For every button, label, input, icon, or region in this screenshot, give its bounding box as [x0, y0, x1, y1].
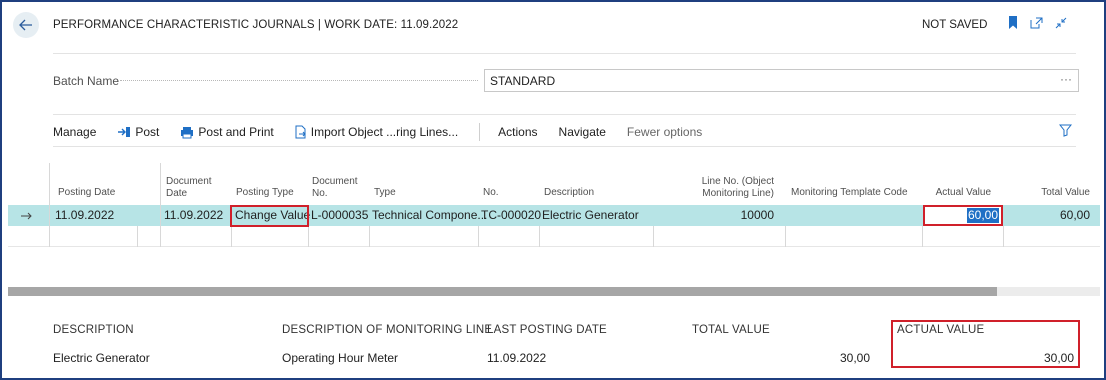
column-divider — [785, 226, 786, 247]
cell-total-value[interactable]: 60,00 — [1006, 205, 1090, 226]
column-header-line: Document — [312, 176, 358, 187]
posting-type-highlight — [230, 205, 309, 227]
column-header-no[interactable]: No. — [483, 187, 499, 199]
detail-total-value-value: 30,00 — [839, 351, 870, 365]
column-divider — [922, 226, 923, 247]
column-header-document-date[interactable]: Document Date — [166, 176, 212, 200]
column-divider — [137, 226, 138, 247]
bookmark-icon[interactable] — [1008, 16, 1018, 29]
column-header-posting-type[interactable]: Posting Type — [236, 187, 294, 199]
document-import-icon — [295, 125, 306, 139]
post-and-print-button[interactable]: Post and Print — [180, 125, 274, 139]
action-separator — [479, 123, 481, 141]
action-bar: Manage Post Post and Print Import Object… — [53, 123, 723, 141]
navigate-label: Navigate — [558, 125, 606, 139]
fewer-options-button[interactable]: Fewer options — [627, 125, 702, 139]
column-header-line: Document — [166, 176, 212, 187]
column-header-line: Line No. (Object — [701, 176, 774, 187]
detail-description-value: Electric Generator — [53, 351, 150, 365]
column-header-line: Date — [166, 188, 188, 199]
divider — [53, 114, 1076, 115]
batch-name-value: STANDARD — [490, 74, 556, 88]
post-and-print-label: Post and Print — [198, 125, 274, 139]
cell-line-no[interactable]: 10000 — [656, 205, 774, 226]
detail-actual-value-value: 30,00 — [1043, 351, 1074, 365]
detail-last-posting-date-value: 11.09.2022 — [487, 351, 547, 365]
detail-monitoring-line-label: DESCRIPTION OF MONITORING LINE — [282, 324, 493, 336]
detail-description-label: DESCRIPTION — [53, 324, 134, 336]
cell-description[interactable]: Electric Generator — [542, 205, 639, 226]
column-divider — [1003, 226, 1004, 247]
import-label: Import Object ...ring Lines... — [310, 125, 459, 139]
column-divider — [478, 226, 479, 247]
table-row-empty[interactable] — [8, 226, 1100, 247]
save-status: NOT SAVED — [922, 19, 988, 31]
detail-last-posting-date-label: LAST POSTING DATE — [487, 324, 607, 336]
cell-type[interactable]: Technical Compone... — [372, 205, 487, 226]
printer-icon — [181, 126, 194, 138]
open-new-window-icon[interactable] — [1030, 17, 1043, 29]
batch-name-field[interactable]: STANDARD ··· — [484, 69, 1079, 92]
actual-value-selection: 60,00 — [966, 208, 999, 223]
post-icon — [118, 127, 131, 137]
column-header-monitoring-template-code[interactable]: Monitoring Template Code — [791, 187, 908, 199]
column-header-line: Monitoring Line) — [702, 188, 774, 199]
detail-monitoring-line-value: Operating Hour Meter — [282, 351, 399, 365]
cell-document-date[interactable]: 11.09.2022 — [164, 205, 223, 226]
actions-label: Actions — [498, 125, 538, 139]
manage-menu[interactable]: Manage — [53, 125, 96, 139]
post-label: Post — [135, 125, 160, 139]
fewer-options-label: Fewer options — [626, 125, 703, 139]
column-divider — [160, 163, 161, 247]
divider — [53, 146, 1076, 147]
back-button[interactable] — [13, 12, 39, 38]
detail-total-value-label: TOTAL VALUE — [692, 324, 770, 336]
filter-icon[interactable] — [1059, 124, 1072, 137]
column-divider — [49, 163, 50, 247]
scrollbar-thumb[interactable] — [8, 287, 997, 296]
page-title: PERFORMANCE CHARACTERISTIC JOURNALS | WO… — [53, 19, 459, 31]
column-header-posting-date[interactable]: Posting Date — [58, 187, 115, 199]
column-header-actual-value[interactable]: Actual Value — [919, 187, 991, 199]
column-divider — [369, 226, 370, 247]
column-divider — [231, 226, 232, 247]
actions-menu[interactable]: Actions — [498, 125, 537, 139]
navigate-menu[interactable]: Navigate — [559, 125, 606, 139]
cell-document-no[interactable]: L-0000035 — [311, 205, 368, 226]
cell-no[interactable]: TC-000020 — [481, 205, 541, 226]
page-frame: PERFORMANCE CHARACTERISTIC JOURNALS | WO… — [0, 0, 1106, 380]
column-header-total-value[interactable]: Total Value — [1016, 187, 1090, 199]
cell-posting-date[interactable]: 11.09.2022 — [55, 205, 114, 226]
row-indicator-arrow-icon — [21, 212, 32, 220]
column-divider — [653, 226, 654, 247]
column-header-type[interactable]: Type — [374, 187, 396, 199]
arrow-left-icon — [19, 19, 32, 31]
collapse-icon[interactable] — [1055, 17, 1067, 29]
column-header-line-no[interactable]: Line No. (Object Monitoring Line) — [656, 176, 774, 200]
import-object-monitoring-lines-button[interactable]: Import Object ...ring Lines... — [295, 125, 458, 139]
manage-label: Manage — [53, 125, 97, 139]
column-header-line: No. — [312, 188, 328, 199]
column-divider — [308, 226, 309, 247]
batch-name-leader — [120, 80, 478, 81]
detail-actual-value-label: ACTUAL VALUE — [897, 324, 985, 336]
actual-value-input[interactable]: 60,00 — [923, 205, 1003, 226]
column-header-description[interactable]: Description — [544, 187, 594, 199]
header-icons — [1008, 16, 1067, 29]
divider — [53, 53, 1076, 54]
batch-name-lookup-button[interactable]: ··· — [1060, 72, 1072, 86]
column-divider — [539, 226, 540, 247]
post-button[interactable]: Post — [117, 125, 159, 139]
column-header-document-no[interactable]: Document No. — [312, 176, 358, 200]
batch-name-label: Batch Name — [53, 74, 120, 88]
